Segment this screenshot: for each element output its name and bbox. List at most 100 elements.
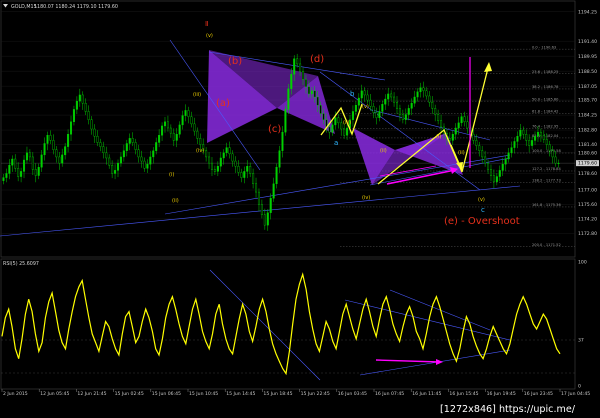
wave-label-e-overshoot: (e) - Overshoot — [444, 216, 520, 227]
candle-body — [122, 150, 125, 158]
candle-body — [61, 154, 64, 164]
current-price-marker: 1179.60 — [576, 160, 599, 167]
wave-label-iv-2: (iv) — [362, 195, 370, 201]
candle-body — [11, 158, 14, 166]
time-tick-label: 16 Jun 23:45 — [524, 391, 553, 397]
candle-body — [90, 119, 93, 130]
candle-body — [199, 138, 202, 145]
candle-body — [234, 160, 237, 167]
candle-body — [114, 170, 117, 174]
trading-chart[interactable]: GOLD,M15 1180.07 1180.24 1179.10 1179.60… — [0, 0, 600, 418]
candle-body — [260, 204, 263, 215]
candle-body — [381, 104, 384, 112]
candle-body — [390, 93, 393, 98]
wave-label-iii: (iii) — [193, 92, 201, 98]
time-tick-label: 16 Jun 15:45 — [449, 391, 478, 397]
candle-body — [187, 110, 190, 117]
price-tick-label: 1194.25 — [578, 9, 597, 15]
candle-body — [384, 98, 387, 105]
candle-body — [489, 169, 492, 176]
wave-label-b: (b) — [228, 56, 242, 67]
candle-body — [5, 173, 8, 178]
wave-label-ii: (ii) — [172, 198, 179, 204]
candle-body — [357, 97, 360, 106]
price-tick-label: 1177.00 — [578, 188, 597, 194]
time-tick-label: 15 Jun 14:45 — [226, 391, 255, 397]
candle-body — [255, 183, 258, 193]
candle-body — [519, 129, 522, 137]
candle-body — [158, 135, 161, 143]
fib-label: 100.0 - 1180.58 — [532, 149, 561, 153]
candle-body — [178, 124, 181, 135]
time-tick-label: 15 Jun 22:45 — [301, 391, 330, 397]
candle-body — [128, 138, 131, 144]
candle-body — [395, 101, 399, 109]
candle-body — [296, 58, 299, 65]
candle-body — [243, 171, 246, 178]
fib-label: 138.2 - 1177.73 — [532, 179, 561, 183]
candle-body — [75, 100, 78, 110]
price-tick-label: 1189.95 — [578, 54, 597, 60]
candle-body — [225, 147, 228, 153]
price-tick-label: 1187.05 — [578, 84, 597, 90]
wave-label-i-2: (i) — [436, 134, 441, 140]
candle-body — [369, 99, 372, 107]
time-tick-label: 15 Jun 10:45 — [189, 391, 218, 397]
candle-body — [205, 150, 208, 158]
wave-label-cyan-a: a — [334, 139, 338, 147]
candle-body — [196, 130, 199, 139]
wave-label-v: (v) — [206, 33, 213, 39]
candle-body — [108, 157, 111, 166]
candle-body — [37, 167, 40, 176]
candle-body — [536, 131, 539, 137]
candle-body — [143, 160, 146, 169]
candle-body — [290, 74, 293, 89]
candle-body — [172, 132, 175, 141]
candle-body — [472, 133, 475, 141]
candle-body — [134, 142, 137, 150]
candle-body — [545, 139, 548, 145]
candle-body — [372, 106, 375, 113]
candle-body — [55, 149, 58, 158]
price-tick-label: 1174.20 — [578, 217, 597, 223]
candle-body — [319, 105, 322, 114]
wave-label-d: (d) — [310, 54, 324, 65]
rsi-tick-label: 100 — [578, 260, 587, 266]
candle-body — [551, 150, 554, 158]
candle-body — [275, 167, 278, 184]
candle-body — [448, 138, 451, 141]
candle-body — [70, 121, 73, 135]
fib-label: 76.4 - 1182.95 — [532, 125, 558, 129]
candle-body — [281, 131, 284, 151]
candle-body — [240, 172, 243, 178]
rsi-tick-label: 0 — [578, 384, 581, 390]
time-tick-label: 17 Jun 04:45 — [561, 391, 590, 397]
candle-body — [20, 171, 23, 177]
candle-body — [557, 162, 560, 164]
candle-body — [293, 58, 296, 75]
candle-body — [534, 136, 537, 141]
wave-label-c: (c) — [268, 124, 281, 135]
candle-body — [184, 110, 187, 116]
candle-body — [246, 166, 249, 172]
candle-body — [152, 150, 155, 158]
candle-body — [105, 152, 108, 159]
candle-body — [548, 144, 551, 151]
price-tick-label: 1181.40 — [578, 142, 597, 148]
candle-body — [166, 121, 169, 129]
candle-body — [434, 108, 437, 115]
candle-body — [404, 114, 407, 120]
candle-body — [416, 91, 419, 98]
wave-label-v-2: (v) — [362, 104, 369, 110]
candle-body — [137, 149, 140, 158]
candle-body — [111, 164, 114, 174]
candle-body — [14, 158, 17, 169]
candle-body — [343, 128, 346, 136]
candle-body — [72, 109, 75, 123]
candle-body — [116, 162, 120, 171]
candle-body — [81, 94, 84, 104]
price-tick-label: 1188.50 — [578, 69, 597, 75]
candle-body — [125, 143, 128, 151]
candle-body — [269, 198, 272, 213]
candle-body — [284, 109, 287, 133]
